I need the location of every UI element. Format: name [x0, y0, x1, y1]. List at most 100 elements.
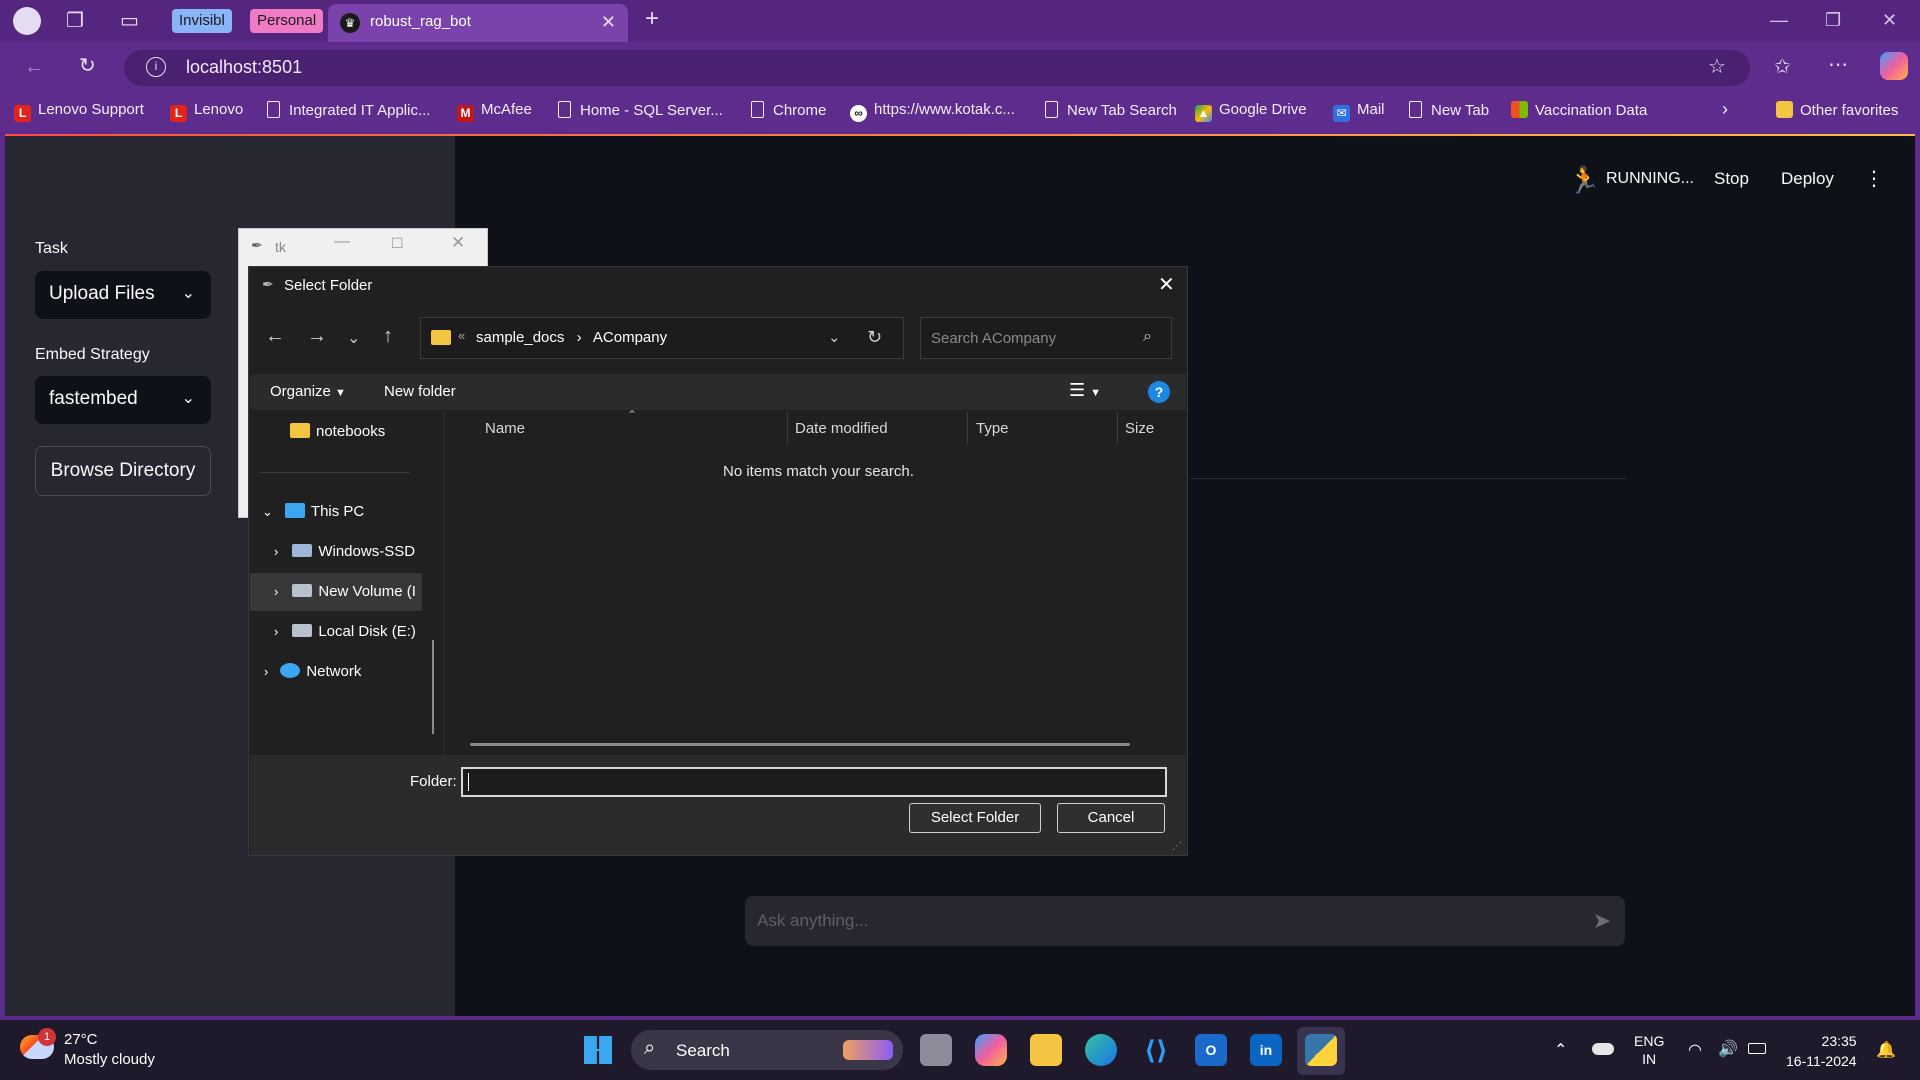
bookmark-mail[interactable]: ✉ Mail [1333, 101, 1385, 122]
bookmark-sql-server[interactable]: Home - SQL Server... [558, 101, 723, 119]
chevron-down-icon[interactable]: ⌄ [262, 504, 273, 519]
breadcrumb-dropdown-chevron-icon[interactable]: ⌄ [828, 328, 841, 346]
system-clock[interactable]: 23:35 16-11-2024 [1786, 1031, 1857, 1071]
stop-button[interactable]: Stop [1714, 169, 1749, 189]
tk-minimize-icon[interactable]: — [334, 233, 350, 251]
bookmark-lenovo-support[interactable]: L Lenovo Support [14, 101, 144, 122]
column-size[interactable]: Size [1125, 420, 1154, 437]
tk-maximize-icon[interactable]: ☐ [391, 235, 404, 252]
notifications-bell-icon[interactable]: 🔔 [1876, 1040, 1896, 1060]
site-info-icon[interactable]: i [146, 57, 166, 77]
workspaces-icon[interactable]: ❐ [66, 11, 84, 31]
linkedin-icon[interactable]: in [1250, 1034, 1282, 1066]
tray-chevron-up-icon[interactable]: ⌃ [1554, 1040, 1567, 1060]
bookmark-new-tab[interactable]: New Tab [1409, 101, 1489, 119]
chevron-right-icon[interactable]: › [274, 624, 278, 639]
vertical-tabs-icon[interactable]: ▭ [120, 11, 139, 31]
chevron-right-icon[interactable]: › [264, 664, 268, 679]
breadcrumb[interactable]: « sample_docs › ACompany ⌄ ↻ [420, 317, 904, 359]
more-bookmarks-chevron-icon[interactable]: › [1722, 99, 1728, 120]
more-menu-icon[interactable]: ⋯ [1828, 55, 1848, 75]
python-icon[interactable] [1305, 1034, 1337, 1066]
pane-splitter[interactable] [443, 412, 445, 754]
select-folder-button[interactable]: Select Folder [909, 803, 1041, 833]
breadcrumb-parent[interactable]: sample_docs [476, 329, 564, 346]
bookmark-other-favorites[interactable]: Other favorites [1776, 101, 1898, 119]
bookmark-mcafee[interactable]: M McAfee [457, 101, 532, 122]
breadcrumb-current[interactable]: ACompany [593, 329, 667, 346]
profile-avatar[interactable] [13, 7, 41, 35]
wifi-icon[interactable]: ◠ [1688, 1040, 1702, 1060]
nav-item-notebooks[interactable]: notebooks [290, 423, 385, 440]
new-tab-icon[interactable]: + [645, 7, 659, 31]
bookmark-chrome[interactable]: Chrome [751, 101, 826, 119]
organize-menu[interactable]: Organize ▼ [270, 383, 346, 400]
nav-item-this-pc[interactable]: ⌄ This PC [262, 503, 364, 520]
bookmark-new-tab-search[interactable]: New Tab Search [1045, 101, 1177, 119]
onedrive-icon[interactable] [1592, 1043, 1614, 1055]
favorite-star-icon[interactable]: ☆ [1708, 57, 1726, 77]
help-icon[interactable]: ? [1148, 381, 1170, 403]
back-icon[interactable]: ← [265, 325, 285, 348]
dialog-search-input[interactable]: Search ACompany ⌕ [920, 317, 1172, 359]
nav-item-local-disk[interactable]: › Local Disk (E:) [274, 623, 416, 640]
bookmark-google-drive[interactable]: ▲ Google Drive [1195, 101, 1307, 122]
vscode-icon[interactable]: ⟨⟩ [1140, 1034, 1172, 1066]
column-separator[interactable] [967, 412, 968, 444]
deploy-button[interactable]: Deploy [1781, 169, 1834, 189]
refresh-icon[interactable]: ↻ [79, 56, 96, 76]
restore-icon[interactable]: ❐ [1825, 10, 1841, 31]
copilot-icon[interactable] [975, 1034, 1007, 1066]
column-type[interactable]: Type [976, 420, 1009, 437]
bookmark-lenovo[interactable]: L Lenovo [170, 101, 243, 122]
minimize-icon[interactable]: — [1770, 10, 1788, 31]
weather-temperature[interactable]: 27°C [64, 1031, 98, 1048]
close-window-icon[interactable]: ✕ [1882, 10, 1897, 31]
outlook-icon[interactable]: O [1195, 1034, 1227, 1066]
copilot-icon[interactable] [1880, 52, 1908, 80]
nav-item-windows-ssd[interactable]: › Windows-SSD [274, 543, 415, 560]
task-select[interactable]: Upload Files ⌄ [35, 271, 211, 319]
cancel-button[interactable]: Cancel [1057, 803, 1165, 833]
view-options-icon[interactable]: ☰ ▼ [1069, 380, 1101, 401]
resize-grip-icon[interactable]: ⋰ [1172, 841, 1182, 852]
folder-input[interactable] [461, 767, 1167, 797]
column-separator[interactable] [1117, 412, 1118, 444]
new-folder-button[interactable]: New folder [384, 383, 456, 400]
file-explorer-icon[interactable] [1030, 1034, 1062, 1066]
battery-icon[interactable] [1748, 1043, 1766, 1054]
chat-input[interactable]: Ask anything... ➤ [745, 896, 1625, 946]
column-date-modified[interactable]: Date modified [795, 420, 888, 437]
horizontal-scrollbar[interactable] [470, 743, 1130, 746]
column-separator[interactable] [787, 412, 788, 444]
tab-group-personal[interactable]: Personal [250, 9, 324, 33]
edge-icon[interactable] [1085, 1034, 1117, 1066]
nav-scrollbar[interactable] [432, 640, 434, 734]
send-icon[interactable]: ➤ [1593, 908, 1611, 934]
bookmark-kotak[interactable]: ∞ https://www.kotak.c... [850, 101, 1015, 122]
browse-directory-button[interactable]: Browse Directory [35, 446, 211, 496]
weather-description[interactable]: Mostly cloudy [64, 1051, 155, 1068]
chevron-right-icon[interactable]: › [274, 544, 278, 559]
tk-close-icon[interactable]: ✕ [451, 233, 465, 253]
recent-locations-chevron-icon[interactable]: ⌄ [347, 328, 360, 348]
favorites-icon[interactable]: ✩ [1774, 57, 1791, 77]
up-icon[interactable]: ↑ [383, 325, 393, 348]
nav-item-network[interactable]: › Network [264, 663, 361, 680]
chevron-right-icon[interactable]: › [274, 584, 278, 599]
close-tab-icon[interactable]: ✕ [601, 12, 616, 33]
volume-icon[interactable]: 🔊 [1718, 1039, 1738, 1059]
dialog-close-icon[interactable]: ✕ [1158, 272, 1175, 297]
tab-group-invisibl[interactable]: Invisibl [172, 9, 232, 33]
tab-robust-rag-bot[interactable]: ♛ robust_rag_bot ✕ [328, 4, 628, 42]
app-menu-icon[interactable]: ⋮ [1864, 166, 1884, 191]
forward-icon[interactable]: → [307, 325, 327, 348]
taskbar-search[interactable]: ⌕ Search [631, 1030, 903, 1070]
embed-strategy-select[interactable]: fastembed ⌄ [35, 376, 211, 424]
task-view-icon[interactable] [920, 1034, 952, 1066]
overflow-chevrons-icon[interactable]: « [458, 328, 465, 343]
refresh-icon[interactable]: ↻ [867, 327, 882, 348]
bookmark-integrated-it[interactable]: Integrated IT Applic... [267, 101, 430, 119]
column-name[interactable]: Name [485, 420, 525, 437]
language-indicator[interactable]: ENG IN [1634, 1032, 1664, 1068]
